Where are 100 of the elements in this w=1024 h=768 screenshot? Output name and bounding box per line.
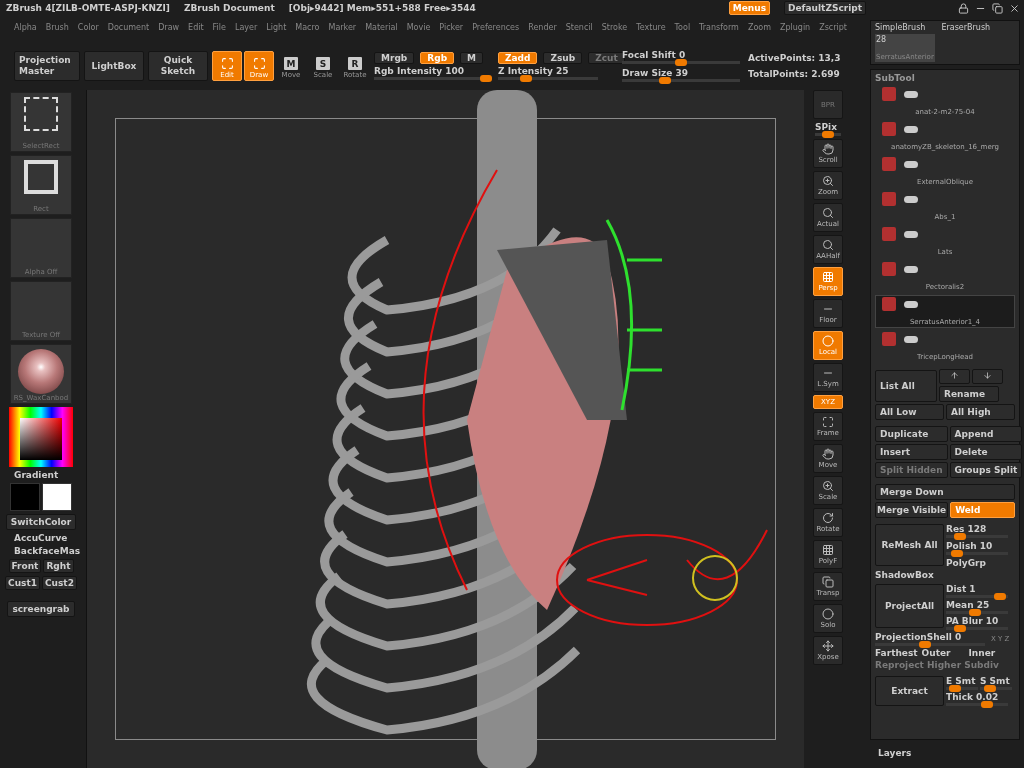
move-down-button[interactable]: [972, 369, 1003, 384]
toggle-icon[interactable]: [904, 195, 918, 203]
brush-name[interactable]: SimpleBrush: [875, 23, 926, 32]
rename-button[interactable]: Rename: [939, 386, 999, 402]
panel-title: SubTool: [875, 73, 916, 83]
slider-thumb[interactable]: [993, 593, 1006, 600]
slider-thumb[interactable]: [480, 75, 492, 82]
shadowbox-label[interactable]: ShadowBox: [875, 570, 1015, 580]
slider-thumb[interactable]: [981, 701, 993, 708]
color-swatch[interactable]: [10, 483, 40, 511]
slider-thumb[interactable]: [675, 59, 687, 66]
extract-button[interactable]: Extract: [875, 676, 944, 706]
menu-item[interactable]: Draw: [158, 22, 180, 32]
menu-item[interactable]: Render: [528, 22, 557, 32]
restore-icon[interactable]: [992, 2, 1003, 14]
layers-label[interactable]: Layers: [870, 744, 1020, 768]
slider-thumb[interactable]: [953, 533, 966, 540]
magnifier-icon: [822, 207, 834, 219]
project-all-button[interactable]: ProjectAll: [875, 584, 944, 628]
slider-thumb[interactable]: [520, 75, 532, 82]
menu-item[interactable]: Brush: [45, 22, 69, 32]
menu-item[interactable]: Movie: [406, 22, 431, 32]
toolbar-button[interactable]: Quick Sketch: [148, 51, 208, 81]
toggle-icon[interactable]: [904, 335, 918, 343]
slider-thumb[interactable]: [951, 550, 963, 557]
menu-item[interactable]: Document: [107, 22, 150, 32]
toolbar-button[interactable]: LightBox: [84, 51, 144, 81]
menu-item[interactable]: Marker: [328, 22, 357, 32]
slider-thumb[interactable]: [822, 131, 834, 138]
close-icon[interactable]: [1009, 2, 1020, 14]
subtool-action-button[interactable]: Append: [949, 426, 1023, 442]
z-toggle[interactable]: Zsub: [543, 52, 583, 64]
merge-visible-button[interactable]: Merge Visible: [875, 502, 949, 518]
view-button[interactable]: Front: [8, 559, 42, 573]
slider-thumb[interactable]: [949, 685, 961, 692]
channel-toggle[interactable]: M: [460, 52, 484, 64]
all-high-button[interactable]: All High: [946, 404, 1015, 420]
toggle-icon[interactable]: [904, 265, 918, 273]
sphere-icon: [822, 335, 834, 347]
toggle-icon[interactable]: [904, 90, 918, 98]
move-up-button[interactable]: [939, 369, 970, 384]
slider-thumb[interactable]: [968, 609, 981, 616]
menu-item[interactable]: File: [212, 22, 226, 32]
menu-item[interactable]: Zplugin: [779, 22, 811, 32]
zscript-button[interactable]: DefaultZScript: [784, 1, 866, 15]
subtool-thumbnail: [882, 192, 896, 206]
switch-color-button[interactable]: SwitchColor: [5, 514, 77, 530]
slider-label: Thick 0.02: [946, 692, 1000, 702]
slider-thumb[interactable]: [984, 685, 996, 692]
menu-item[interactable]: Color: [77, 22, 99, 32]
color-picker[interactable]: [9, 407, 73, 467]
screengrab-button[interactable]: screengrab: [7, 601, 75, 617]
merge-down-button[interactable]: Merge Down: [875, 484, 1015, 500]
menu-item[interactable]: Picker: [439, 22, 464, 32]
menu-item[interactable]: Macro: [295, 22, 320, 32]
toggle-icon[interactable]: [904, 160, 918, 168]
menu-item[interactable]: Edit: [188, 22, 204, 32]
menu-item[interactable]: Alpha: [14, 22, 37, 32]
menu-item[interactable]: Preferences: [472, 22, 520, 32]
hand-icon: [822, 143, 834, 155]
toolbar-button[interactable]: Projection Master: [14, 51, 80, 81]
slider-thumb[interactable]: [659, 77, 672, 84]
brush-name[interactable]: EraserBrush: [941, 23, 991, 32]
menu-item[interactable]: Zoom: [747, 22, 771, 32]
slider-label: Res 128: [946, 524, 988, 534]
polygrp-label[interactable]: PolyGrp: [946, 558, 1015, 568]
subtool-action-button[interactable]: Delete: [949, 444, 1023, 460]
menu-item[interactable]: Stroke: [601, 22, 628, 32]
menu-item[interactable]: Light: [266, 22, 287, 32]
subtool-action-button[interactable]: Insert: [875, 444, 948, 460]
option-label[interactable]: AccuCurve: [0, 533, 68, 543]
menu-item[interactable]: Texture: [636, 22, 666, 32]
list-all-button[interactable]: List All: [875, 369, 937, 402]
menu-item[interactable]: Tool: [674, 22, 691, 32]
subtool-action-button[interactable]: Groups Split: [949, 462, 1023, 478]
menu-item[interactable]: Layer: [235, 22, 258, 32]
view-button[interactable]: Cust1: [5, 576, 40, 590]
canvas[interactable]: [86, 90, 804, 768]
option-label[interactable]: Outer: [921, 648, 951, 658]
slider-thumb[interactable]: [919, 641, 932, 648]
toggle-icon[interactable]: [904, 125, 918, 133]
option-label[interactable]: BackfaceMas: [0, 546, 81, 556]
layers-icon: [822, 576, 834, 588]
toggle-icon[interactable]: [904, 300, 918, 308]
toggle-icon[interactable]: [904, 230, 918, 238]
menu-item[interactable]: Transform: [699, 22, 739, 32]
subtool-action-button[interactable]: Duplicate: [875, 426, 948, 442]
option-label[interactable]: Farthest: [875, 648, 918, 658]
lock-icon[interactable]: [958, 2, 969, 14]
menu-item[interactable]: Stencil: [565, 22, 593, 32]
all-low-button[interactable]: All Low: [875, 404, 944, 420]
channel-toggle[interactable]: Mrgb: [374, 52, 415, 64]
slider-thumb[interactable]: [953, 625, 966, 632]
option-label[interactable]: Inner: [968, 648, 996, 658]
menu-item[interactable]: Material: [365, 22, 398, 32]
remesh-all-button[interactable]: ReMesh All: [875, 524, 944, 566]
menu-item[interactable]: Zscript: [819, 22, 847, 32]
view-button[interactable]: Rght: [43, 559, 74, 573]
color-swatch[interactable]: [42, 483, 72, 511]
view-button[interactable]: Cust2: [42, 576, 77, 590]
